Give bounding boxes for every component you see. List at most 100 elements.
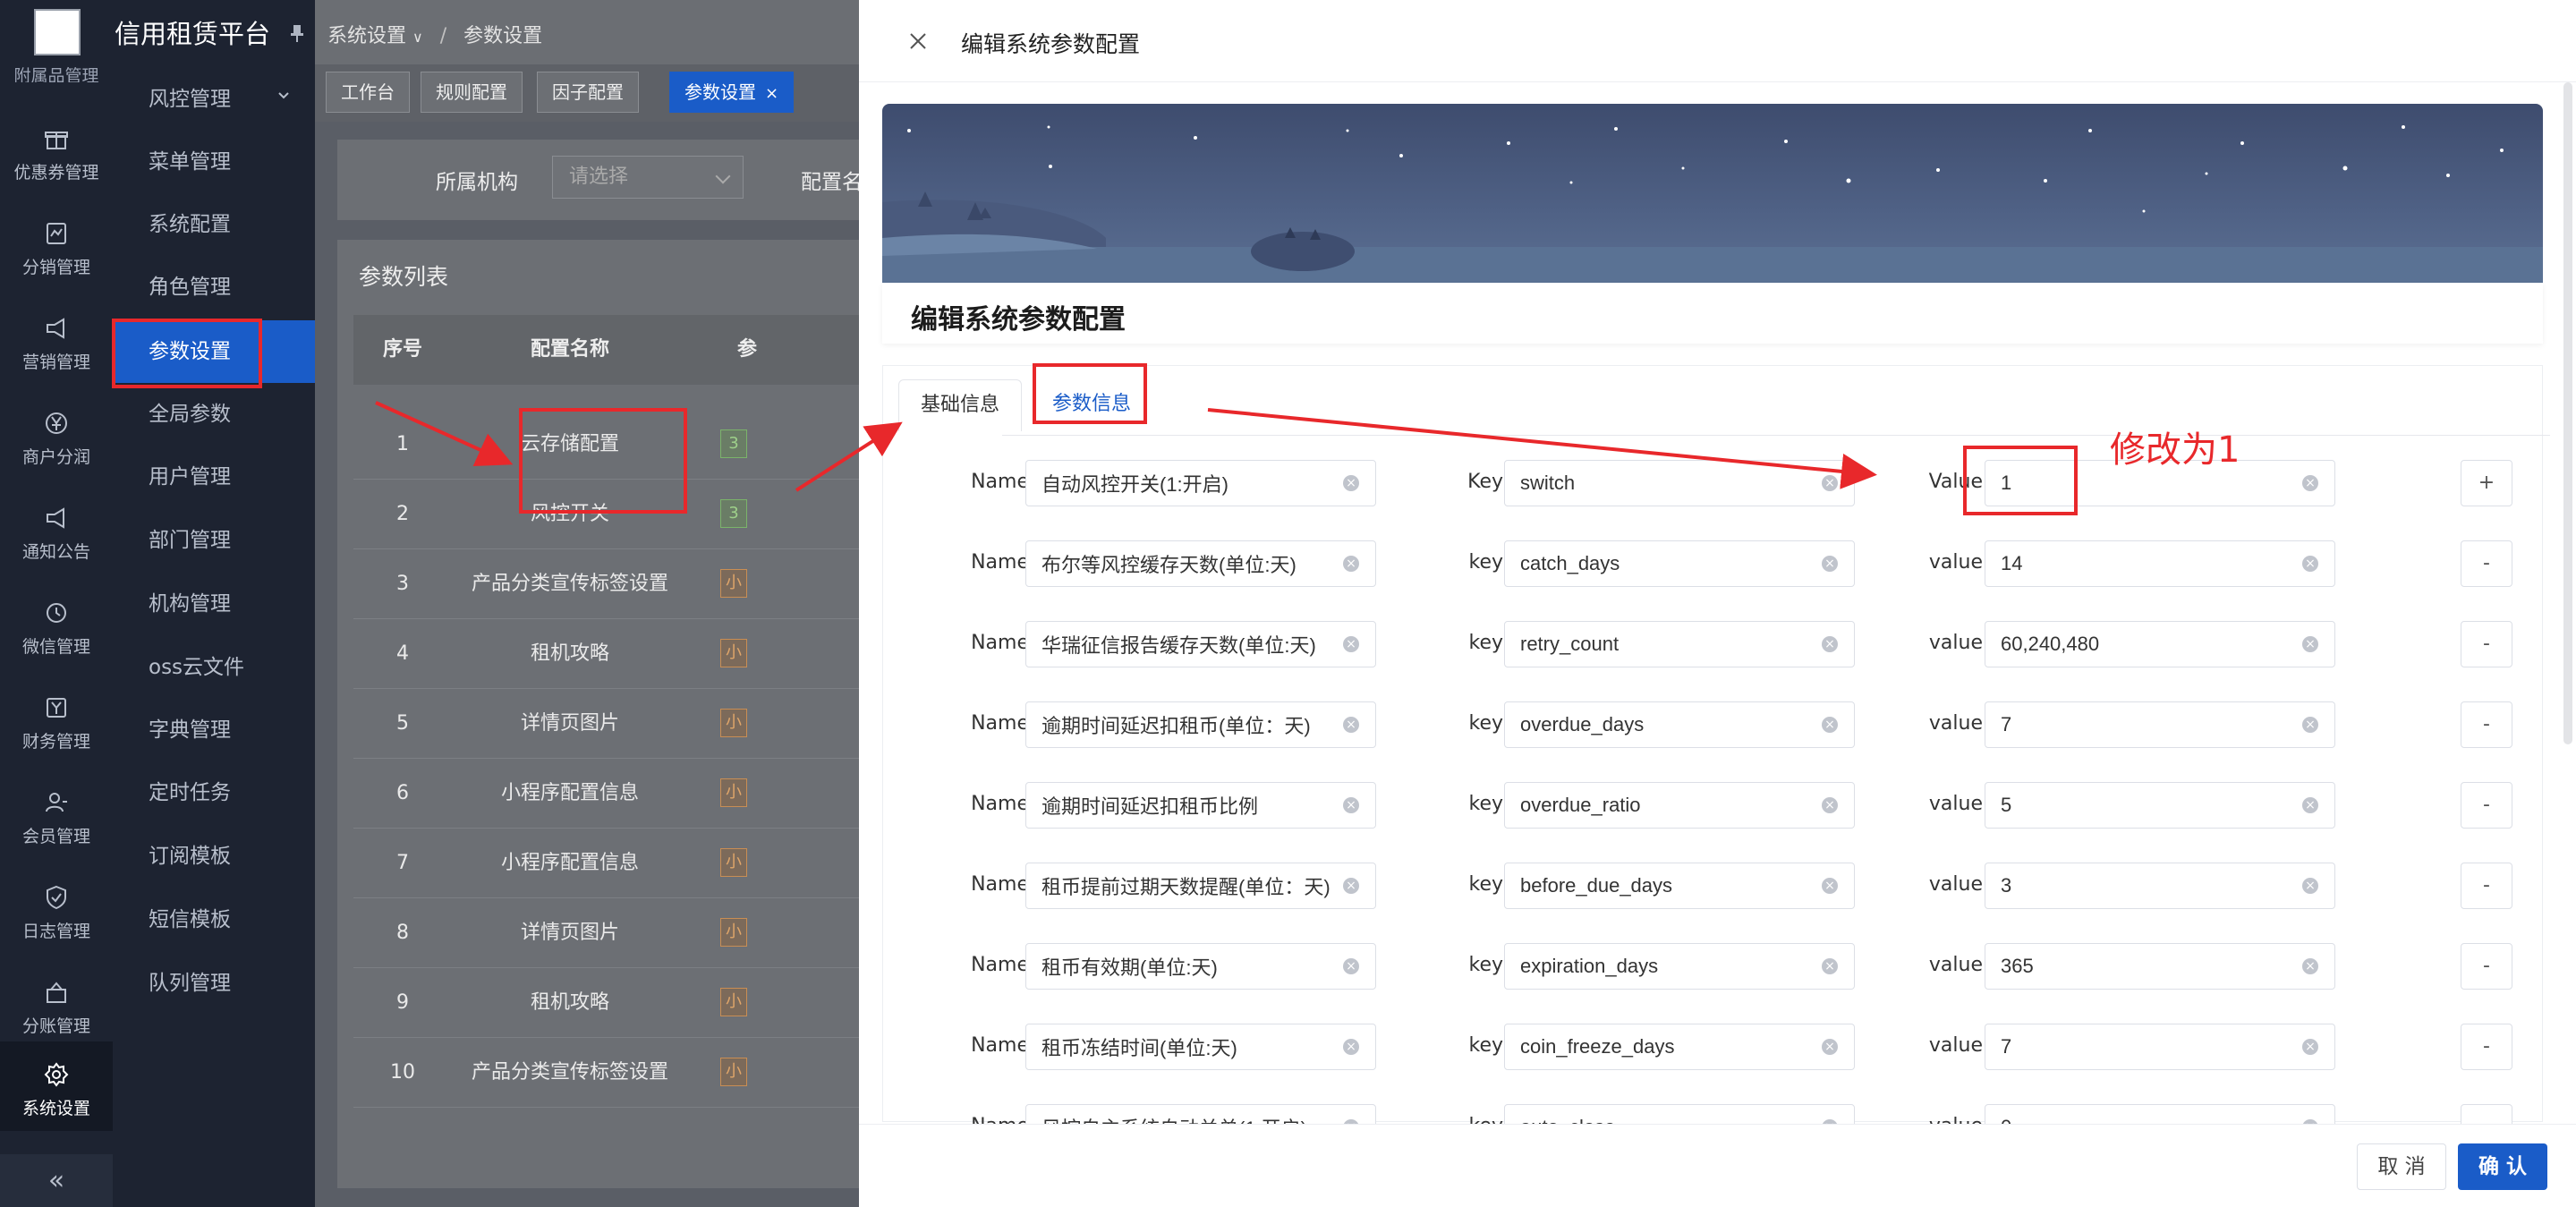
menu-item-dept-mgmt[interactable]: 部门管理 (113, 509, 315, 572)
param-value-input[interactable] (1985, 701, 2335, 748)
clear-icon[interactable]: × (1822, 958, 1838, 974)
param-value-input[interactable] (1985, 782, 2335, 829)
param-value-input[interactable] (1985, 1024, 2335, 1070)
clear-icon[interactable]: × (1822, 475, 1838, 491)
clear-icon[interactable]: × (1343, 636, 1359, 652)
clear-icon[interactable]: × (1343, 958, 1359, 974)
clear-icon[interactable]: × (1822, 878, 1838, 894)
clear-icon[interactable]: × (1822, 556, 1838, 572)
tab-param-info[interactable]: 参数信息 (1031, 379, 1152, 431)
add-param-button[interactable]: + (2461, 460, 2512, 506)
clear-icon[interactable]: × (1343, 797, 1359, 813)
remove-param-button[interactable]: - (2461, 621, 2512, 667)
tab-param-settings[interactable]: 参数设置 × (669, 72, 795, 113)
param-key-input[interactable] (1504, 460, 1855, 506)
table-row[interactable]: 9 租机攻略 小 (353, 968, 859, 1038)
menu-item-scheduled-tasks[interactable]: 定时任务 (113, 761, 315, 824)
breadcrumb-item[interactable]: 系统设置 (327, 25, 406, 47)
menu-item-param-settings[interactable]: 参数设置 (113, 320, 315, 383)
table-row[interactable]: 6 小程序配置信息 小 (353, 759, 859, 829)
menu-item-risk-control[interactable]: 风控管理 (113, 68, 315, 131)
pin-icon[interactable] (290, 23, 304, 43)
menu-item-subscription-templates[interactable]: 订阅模板 (113, 825, 315, 888)
rail-item-notice[interactable]: 通知公告 (0, 485, 113, 574)
clear-icon[interactable]: × (2302, 878, 2318, 894)
table-row[interactable]: 5 详情页图片 小 (353, 689, 859, 759)
remove-param-button[interactable]: - (2461, 1024, 2512, 1070)
param-name-input[interactable] (1025, 782, 1376, 829)
menu-item-org-mgmt[interactable]: 机构管理 (113, 573, 315, 635)
menu-item-sms-templates[interactable]: 短信模板 (113, 888, 315, 951)
clear-icon[interactable]: × (2302, 717, 2318, 733)
clear-icon[interactable]: × (1343, 556, 1359, 572)
rail-item-marketing[interactable]: 营销管理 (0, 295, 113, 385)
param-name-input[interactable] (1025, 701, 1376, 748)
confirm-button[interactable]: 确 认 (2458, 1143, 2547, 1190)
menu-item-oss-files[interactable]: oss云文件 (113, 636, 315, 699)
param-name-input[interactable] (1025, 540, 1376, 587)
clear-icon[interactable]: × (1822, 636, 1838, 652)
clear-icon[interactable]: × (1343, 717, 1359, 733)
cancel-button[interactable]: 取 消 (2357, 1143, 2446, 1190)
menu-item-menu-mgmt[interactable]: 菜单管理 (113, 131, 315, 193)
menu-item-global-params[interactable]: 全局参数 (113, 383, 315, 446)
table-row[interactable]: 8 详情页图片 小 (353, 898, 859, 968)
close-icon[interactable] (902, 25, 934, 57)
clear-icon[interactable]: × (1343, 475, 1359, 491)
rail-item-split[interactable]: 分账管理 (0, 959, 113, 1049)
remove-param-button[interactable]: - (2461, 943, 2512, 990)
collapse-sidebar-button[interactable]: « (0, 1154, 113, 1207)
table-row[interactable]: 2 风控开关 3 (353, 480, 859, 549)
param-key-input[interactable] (1504, 621, 1855, 667)
menu-item-dict-mgmt[interactable]: 字典管理 (113, 699, 315, 761)
tab-factor-config[interactable]: 因子配置 (537, 72, 639, 113)
rail-item-member[interactable]: 会员管理 (0, 769, 113, 859)
menu-item-role-mgmt[interactable]: 角色管理 (113, 256, 315, 319)
table-row[interactable]: 1 云存储配置 3 (353, 410, 859, 480)
param-value-input[interactable] (1985, 621, 2335, 667)
param-name-input[interactable] (1025, 1024, 1376, 1070)
rail-item-distribution[interactable]: 分销管理 (0, 200, 113, 290)
rail-item-wechat[interactable]: 微信管理 (0, 580, 113, 669)
param-key-input[interactable] (1504, 782, 1855, 829)
clear-icon[interactable]: × (2302, 797, 2318, 813)
clear-icon[interactable]: × (2302, 556, 2318, 572)
clear-icon[interactable]: × (2302, 475, 2318, 491)
param-name-input[interactable] (1025, 621, 1376, 667)
remove-param-button[interactable]: - (2461, 782, 2512, 829)
param-key-input[interactable] (1504, 540, 1855, 587)
clear-icon[interactable]: × (1822, 797, 1838, 813)
param-name-input[interactable] (1025, 943, 1376, 990)
rail-item-log[interactable]: 日志管理 (0, 864, 113, 954)
table-row[interactable]: 7 小程序配置信息 小 (353, 829, 859, 898)
rail-item-coupons[interactable]: 优惠券管理 (0, 106, 113, 195)
menu-item-user-mgmt[interactable]: 用户管理 (113, 446, 315, 508)
param-key-input[interactable] (1504, 1024, 1855, 1070)
clear-icon[interactable]: × (1343, 878, 1359, 894)
clear-icon[interactable]: × (2302, 636, 2318, 652)
param-key-input[interactable] (1504, 943, 1855, 990)
clear-icon[interactable]: × (1343, 1039, 1359, 1055)
param-key-input[interactable] (1504, 863, 1855, 909)
param-value-input[interactable] (1985, 863, 2335, 909)
tab-rule-config[interactable]: 规则配置 (421, 72, 523, 113)
org-select[interactable]: 请选择 (552, 156, 744, 199)
table-row[interactable]: 10 产品分类宣传标签设置 小 (353, 1038, 859, 1108)
param-value-input[interactable] (1985, 540, 2335, 587)
rail-item-system-settings[interactable]: 系统设置 (0, 1041, 113, 1131)
tab-workbench[interactable]: 工作台 (326, 72, 410, 113)
clear-icon[interactable]: × (1822, 717, 1838, 733)
remove-param-button[interactable]: - (2461, 701, 2512, 748)
clear-icon[interactable]: × (1822, 1039, 1838, 1055)
param-name-input[interactable] (1025, 863, 1376, 909)
close-icon[interactable]: × (765, 84, 778, 103)
rail-item-finance[interactable]: 财务管理 (0, 675, 113, 764)
clear-icon[interactable]: × (2302, 1039, 2318, 1055)
tab-basic-info[interactable]: 基础信息 (898, 379, 1023, 431)
clear-icon[interactable]: × (2302, 958, 2318, 974)
table-row[interactable]: 4 租机攻略 小 (353, 619, 859, 689)
remove-param-button[interactable]: - (2461, 540, 2512, 587)
table-row[interactable]: 3 产品分类宣传标签设置 小 (353, 549, 859, 619)
param-key-input[interactable] (1504, 701, 1855, 748)
rail-item-merchant-profit[interactable]: 商户分润 (0, 390, 113, 480)
